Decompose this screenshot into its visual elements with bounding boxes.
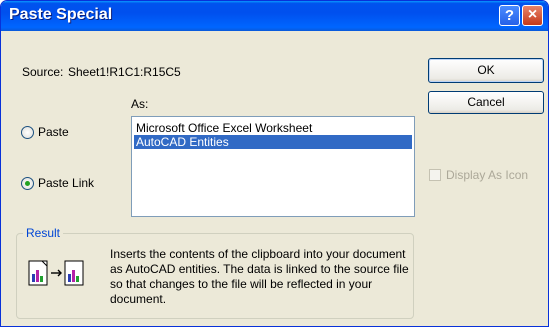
as-listbox[interactable]: Microsoft Office Excel Worksheet AutoCAD… bbox=[131, 116, 415, 217]
result-label: Result bbox=[23, 226, 64, 240]
radio-selected-dot bbox=[25, 181, 30, 186]
dialog-title: Paste Special bbox=[9, 6, 113, 23]
paste-link-radio-label[interactable]: Paste Link bbox=[38, 176, 94, 190]
display-as-icon-checkbox[interactable] bbox=[429, 169, 441, 181]
ok-button[interactable]: OK bbox=[428, 58, 544, 83]
help-icon: ? bbox=[504, 7, 515, 24]
result-description: Inserts the contents of the clipboard in… bbox=[110, 247, 409, 306]
close-button[interactable]: × bbox=[522, 5, 543, 26]
cancel-button[interactable]: Cancel bbox=[428, 91, 544, 114]
help-button[interactable]: ? bbox=[499, 5, 520, 26]
source-label: Source: bbox=[22, 65, 64, 79]
paste-link-result-icon bbox=[28, 260, 84, 286]
title-bar[interactable]: Paste Special ? × bbox=[1, 1, 548, 31]
paste-radio[interactable] bbox=[21, 126, 34, 139]
paste-radio-label[interactable]: Paste bbox=[38, 125, 69, 139]
list-item-selected[interactable]: AutoCAD Entities bbox=[134, 135, 412, 149]
paste-special-dialog: Paste Special ? × Source: Sheet1!R1C1:R1… bbox=[0, 0, 549, 327]
as-label: As: bbox=[131, 97, 149, 111]
source-value: Sheet1!R1C1:R15C5 bbox=[68, 65, 181, 79]
display-as-icon-label[interactable]: Display As Icon bbox=[446, 168, 528, 182]
list-item[interactable]: Microsoft Office Excel Worksheet bbox=[134, 121, 412, 135]
close-icon: × bbox=[527, 6, 538, 23]
paste-link-radio[interactable] bbox=[21, 177, 34, 190]
